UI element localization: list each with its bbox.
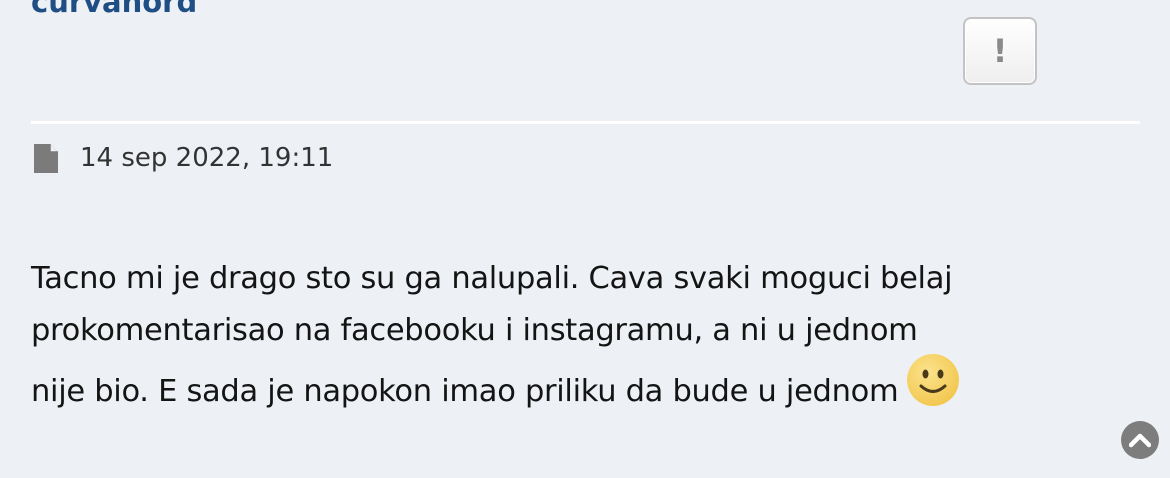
scroll-to-top-button[interactable] bbox=[1121, 421, 1159, 459]
exclamation-icon: ! bbox=[992, 32, 1008, 70]
document-icon[interactable] bbox=[33, 143, 59, 178]
post-timestamp: 14 sep 2022, 19:11 bbox=[80, 143, 334, 173]
post-content: Tacno mi je drago sto su ga nalupali. Ca… bbox=[31, 253, 1131, 428]
post-author-username[interactable]: curvanord bbox=[31, 0, 197, 18]
post-content-line: Tacno mi je drago sto su ga nalupali. Ca… bbox=[31, 261, 953, 296]
post-content-line-text: nije bio. E sada je napokon imao priliku… bbox=[31, 374, 899, 409]
post-content-line: nije bio. E sada je napokon imao priliku… bbox=[31, 354, 1131, 428]
chevron-up-icon bbox=[1129, 433, 1151, 448]
post-divider bbox=[31, 121, 1140, 124]
post-content-line: prokomentarisao na facebooku i instagram… bbox=[31, 313, 918, 348]
report-post-button[interactable]: ! bbox=[963, 17, 1037, 85]
smile-emoji-icon bbox=[906, 353, 960, 424]
